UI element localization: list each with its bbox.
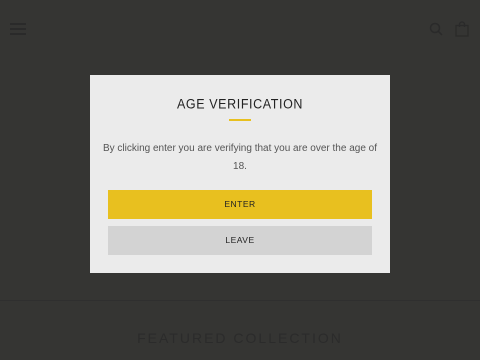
leave-button[interactable]: LEAVE xyxy=(108,226,372,255)
title-underline xyxy=(229,119,251,121)
modal-overlay: AGE VERIFICATION By clicking enter you a… xyxy=(0,0,480,360)
enter-button[interactable]: ENTER xyxy=(108,190,372,219)
modal-message: By clicking enter you are verifying that… xyxy=(102,143,378,172)
modal-title: AGE VERIFICATION xyxy=(176,96,304,112)
